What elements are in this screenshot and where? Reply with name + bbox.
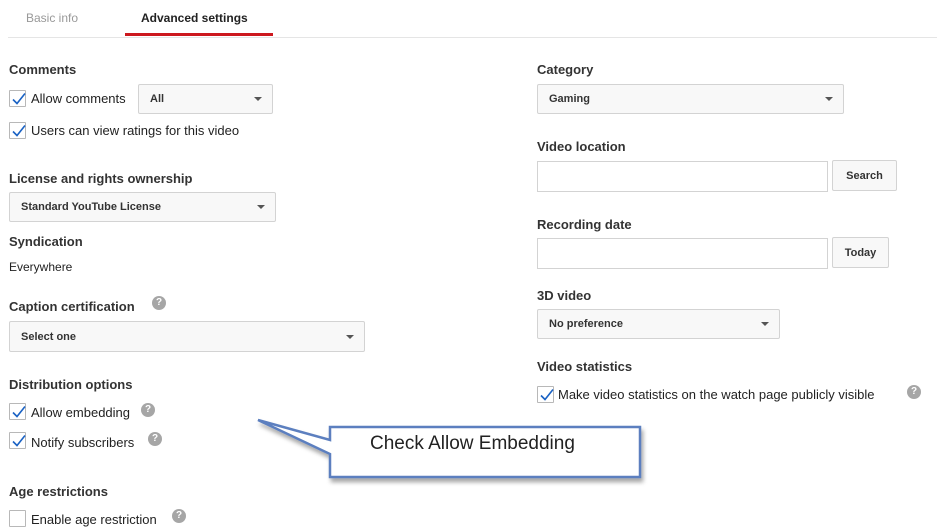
enable-age-restriction-checkbox[interactable]	[9, 510, 26, 527]
category-select-value: Gaming	[549, 93, 590, 105]
comments-heading: Comments	[9, 62, 77, 77]
help-icon[interactable]: ?	[172, 509, 186, 523]
tabs-divider	[8, 37, 937, 38]
checkmark-icon	[12, 406, 26, 418]
today-button[interactable]: Today	[832, 237, 889, 268]
allow-embedding-label[interactable]: Allow embedding	[31, 405, 130, 420]
chevron-down-icon	[825, 97, 833, 101]
public-stats-checkbox[interactable]	[537, 386, 554, 403]
age-restrictions-heading: Age restrictions	[9, 484, 108, 499]
callout-text: Check Allow Embedding	[370, 433, 575, 454]
search-button[interactable]: Search	[832, 160, 897, 191]
3d-video-select-value: No preference	[549, 318, 623, 330]
caption-heading: Caption certification	[9, 299, 135, 314]
view-ratings-label[interactable]: Users can view ratings for this video	[31, 123, 239, 138]
license-select[interactable]: Standard YouTube License	[9, 192, 276, 222]
video-location-heading: Video location	[537, 139, 626, 154]
3d-video-heading: 3D video	[537, 288, 592, 303]
3d-video-select[interactable]: No preference	[537, 309, 780, 339]
checkmark-icon	[12, 93, 26, 105]
chevron-down-icon	[346, 334, 354, 339]
caption-select-value: Select one	[21, 330, 77, 343]
allow-comments-label[interactable]: Allow comments	[31, 91, 126, 106]
today-button-label: Today	[844, 246, 877, 259]
allow-comments-select[interactable]: All	[138, 84, 273, 114]
view-ratings-checkbox[interactable]	[9, 122, 26, 139]
allow-comments-select-value: All	[150, 93, 165, 105]
checkmark-icon	[12, 125, 26, 137]
license-heading: License and rights ownership	[9, 171, 193, 186]
syndication-heading: Syndication	[9, 234, 83, 249]
chevron-down-icon	[761, 322, 769, 326]
checkmark-icon	[12, 435, 26, 447]
chevron-down-icon	[254, 97, 262, 101]
chevron-down-icon	[257, 205, 265, 209]
public-stats-label[interactable]: Make video statistics on the watch page …	[558, 387, 875, 402]
video-statistics-heading: Video statistics	[537, 359, 633, 374]
help-icon[interactable]: ?	[907, 385, 921, 399]
allow-embedding-checkbox[interactable]	[9, 403, 26, 420]
checkmark-icon	[540, 389, 554, 401]
recording-date-heading: Recording date	[537, 217, 632, 232]
notify-subscribers-checkbox[interactable]	[9, 432, 26, 449]
tab-basic-info[interactable]: Basic info	[26, 11, 78, 25]
help-icon[interactable]: ?	[141, 403, 155, 417]
syndication-value: Everywhere	[9, 260, 73, 274]
search-button-label: Search	[846, 169, 883, 182]
help-icon[interactable]: ?	[148, 432, 162, 446]
distribution-heading: Distribution options	[9, 377, 133, 392]
video-location-input[interactable]	[537, 161, 828, 192]
allow-comments-checkbox[interactable]	[9, 90, 26, 107]
notify-subscribers-label[interactable]: Notify subscribers	[31, 435, 134, 450]
category-select[interactable]: Gaming	[537, 84, 844, 114]
tab-advanced-settings[interactable]: Advanced settings	[141, 11, 248, 25]
recording-date-input[interactable]	[537, 238, 828, 269]
active-tab-indicator	[125, 33, 273, 36]
help-icon[interactable]: ?	[152, 296, 166, 310]
caption-select[interactable]: Select one	[9, 321, 365, 352]
enable-age-restriction-label[interactable]: Enable age restriction	[31, 512, 157, 527]
license-select-value: Standard YouTube License	[21, 201, 161, 213]
category-heading: Category	[537, 62, 594, 77]
